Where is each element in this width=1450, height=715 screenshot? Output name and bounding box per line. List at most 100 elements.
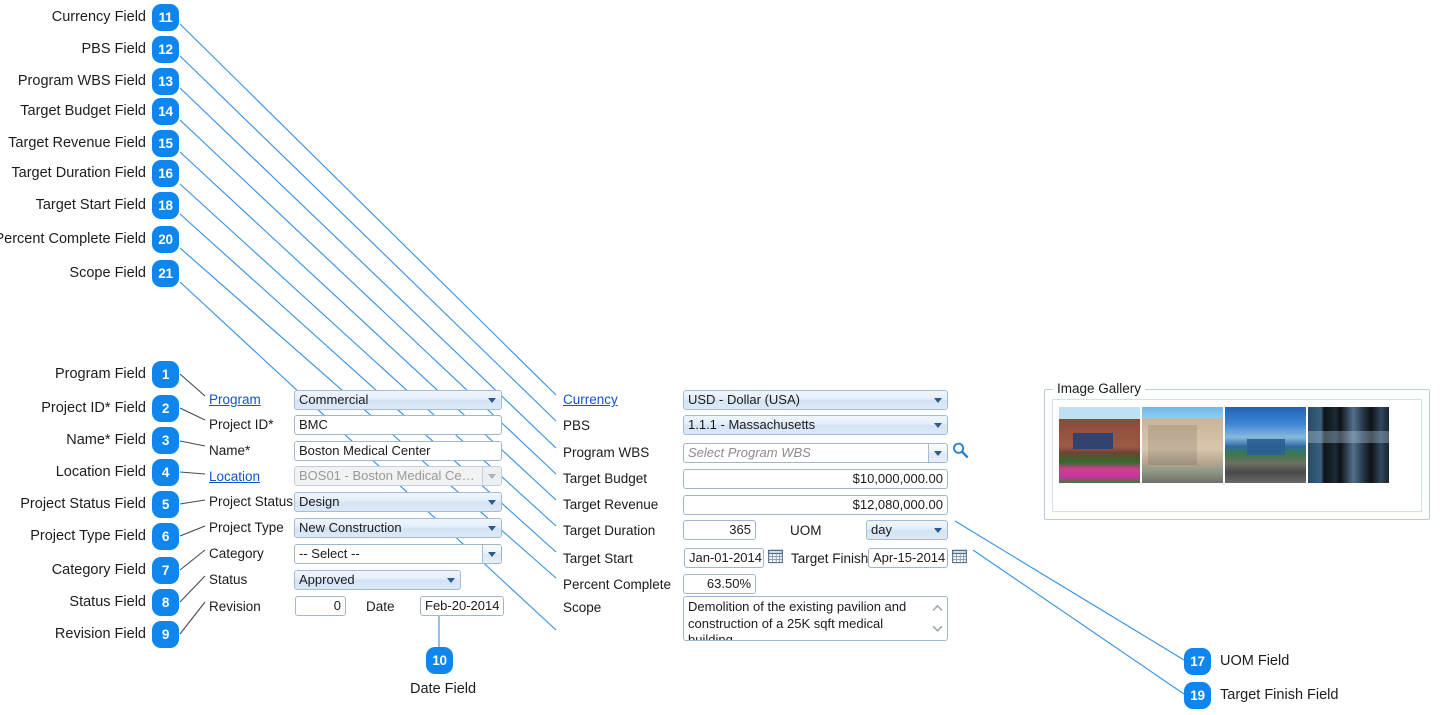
target-duration-value: 365 — [729, 522, 751, 537]
calendar-icon[interactable] — [952, 549, 967, 564]
callout-7: Category Field 7 — [52, 557, 179, 584]
callout-label: Project Type Field — [30, 528, 146, 544]
project-id-input[interactable]: BMC — [294, 415, 502, 435]
callout-8: Status Field 8 — [69, 589, 179, 616]
percent-complete-input[interactable]: 63.50% — [683, 574, 756, 594]
currency-select[interactable]: USD - Dollar (USA) — [683, 390, 948, 410]
callout-badge: 16 — [152, 160, 179, 187]
callout-17: 17 UOM Field — [1184, 648, 1289, 675]
date-value: Feb-20-2014 — [425, 598, 500, 613]
callout-13: Program WBS Field 13 — [18, 68, 179, 95]
pbs-value: 1.1.1 - Massachusetts — [688, 417, 816, 432]
scope-scrollbar[interactable] — [929, 598, 946, 639]
revision-input[interactable]: 0 — [295, 596, 346, 616]
callout-label: Target Finish Field — [1220, 687, 1339, 703]
callout-20: Percent Complete Field 20 — [0, 226, 179, 253]
callout-badge: 13 — [152, 68, 179, 95]
target-revenue-input[interactable]: $12,080,000.00 — [683, 495, 948, 515]
project-type-value: New Construction — [299, 520, 402, 535]
calendar-icon[interactable] — [768, 549, 783, 564]
chevron-down-icon — [482, 467, 501, 485]
program-label[interactable]: Program — [209, 392, 261, 408]
chevron-down-icon — [488, 398, 496, 403]
percent-complete-label: Percent Complete — [563, 577, 672, 592]
currency-label[interactable]: Currency — [563, 392, 618, 408]
callout-label: Program Field — [54, 366, 146, 382]
date-input[interactable]: Feb-20-2014 — [420, 596, 504, 616]
pbs-select[interactable]: 1.1.1 - Massachusetts — [683, 415, 948, 435]
name-input[interactable]: Boston Medical Center — [294, 441, 502, 461]
category-select[interactable]: -- Select -- — [294, 544, 502, 564]
project-id-value: BMC — [299, 417, 328, 432]
search-icon[interactable] — [951, 441, 969, 459]
target-start-input[interactable]: Jan-01-2014 — [684, 548, 764, 568]
callout-6: Project Type Field 6 — [30, 523, 179, 550]
callout-badge: 4 — [152, 459, 179, 486]
target-budget-input[interactable]: $10,000,000.00 — [683, 469, 948, 489]
name-label: Name* — [209, 443, 251, 458]
callout-badge: 8 — [152, 589, 179, 616]
image-gallery-legend: Image Gallery — [1053, 381, 1146, 396]
location-label[interactable]: Location — [209, 469, 260, 485]
chevron-down-icon — [488, 526, 496, 531]
category-value: -- Select -- — [299, 546, 360, 561]
gallery-thumbnail[interactable] — [1308, 407, 1389, 483]
status-select[interactable]: Approved — [294, 570, 461, 590]
program-select[interactable]: Commercial — [294, 390, 502, 410]
callout-badge: 11 — [152, 4, 179, 31]
status-label: Status — [209, 572, 248, 587]
scroll-down-icon[interactable] — [931, 622, 944, 635]
callout-label: Target Revenue Field — [8, 135, 146, 151]
chevron-down-icon — [934, 528, 942, 533]
callout-1: Program Field 1 — [55, 361, 179, 388]
revision-label: Revision — [209, 599, 261, 614]
gallery-thumbnail[interactable] — [1059, 407, 1140, 483]
target-finish-input[interactable]: Apr-15-2014 — [868, 548, 948, 568]
callout-badge: 6 — [152, 523, 179, 550]
callout-badge: 14 — [152, 98, 179, 125]
chevron-down-icon — [447, 578, 455, 583]
target-duration-input[interactable]: 365 — [683, 520, 756, 540]
callout-badge: 15 — [152, 130, 179, 157]
callout-3: Name* Field 3 — [66, 427, 179, 454]
scope-textarea[interactable]: Demolition of the existing pavilion and … — [683, 596, 948, 641]
project-status-select[interactable]: Design — [294, 492, 502, 512]
callout-label: Target Budget Field — [20, 103, 146, 119]
uom-value: day — [871, 522, 892, 537]
scope-value: Demolition of the existing pavilion and … — [688, 599, 907, 641]
target-finish-value: Apr-15-2014 — [873, 550, 946, 565]
callout-badge: 18 — [152, 192, 179, 219]
target-revenue-label: Target Revenue — [563, 497, 659, 512]
chevron-down-icon — [934, 423, 942, 428]
revision-value: 0 — [333, 598, 341, 613]
uom-select[interactable]: day — [866, 520, 948, 540]
program-value: Commercial — [299, 392, 369, 407]
scroll-up-icon[interactable] — [931, 602, 944, 615]
callout-badge: 3 — [152, 427, 179, 454]
chevron-down-icon — [482, 545, 501, 563]
callout-label: Program WBS Field — [17, 73, 146, 89]
callout-label: Date Field — [410, 681, 477, 697]
chevron-down-icon — [934, 398, 942, 403]
callout-label: UOM Field — [1220, 653, 1290, 669]
callout-12: PBS Field 12 — [82, 36, 179, 63]
date-label: Date — [366, 599, 395, 614]
status-value: Approved — [299, 572, 355, 587]
program-wbs-select[interactable]: Select Program WBS — [683, 443, 948, 463]
thumbnail-strip — [1059, 407, 1391, 483]
project-type-select[interactable]: New Construction — [294, 518, 502, 538]
callout-badge: 9 — [152, 621, 179, 648]
callout-5: Project Status Field 5 — [20, 491, 179, 518]
gallery-thumbnail[interactable] — [1142, 407, 1223, 483]
callout-16: Target Duration Field 16 — [11, 160, 179, 187]
callout-badge: 20 — [152, 226, 179, 253]
callout-badge: 12 — [152, 36, 179, 63]
callout-label: Project ID* Field — [41, 400, 146, 416]
percent-complete-value: 63.50% — [706, 576, 751, 591]
callout-label: Name* Field — [66, 432, 146, 448]
gallery-thumbnail[interactable] — [1225, 407, 1306, 483]
chevron-down-icon — [928, 444, 947, 462]
callout-badge: 1 — [152, 361, 179, 388]
image-gallery-panel: Image Gallery — [1044, 381, 1430, 520]
callout-label: Location Field — [55, 464, 146, 480]
